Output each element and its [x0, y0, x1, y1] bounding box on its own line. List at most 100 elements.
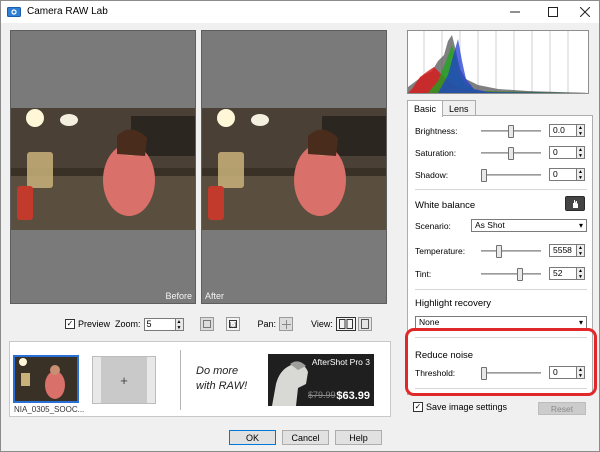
saturation-slider[interactable] [481, 147, 541, 160]
shadow-input[interactable]: 0 [549, 168, 577, 181]
preview-label: Preview [78, 319, 111, 329]
tab-lens[interactable]: Lens [442, 100, 476, 116]
svg-text:1:1: 1:1 [229, 322, 237, 328]
brightness-label: Brightness: [415, 126, 458, 136]
temperature-label: Temperature: [415, 246, 466, 256]
help-button[interactable]: Help [335, 430, 382, 445]
camera-raw-lab-window: Camera RAW Lab Before After ✓ Preview Zo… [0, 0, 600, 452]
brightness-input[interactable]: 0.0 [549, 124, 577, 137]
promo-line-2: with RAW! [196, 380, 248, 392]
tint-row: Tint: 52 ▲ ▼ [415, 266, 587, 282]
temperature-stepper[interactable]: ▲ ▼ [577, 244, 585, 257]
shadow-slider[interactable] [481, 169, 541, 182]
brightness-stepper[interactable]: ▲ ▼ [577, 124, 585, 137]
separator [415, 289, 587, 290]
tab-basic[interactable]: Basic [407, 100, 444, 117]
brightness-row: Brightness: 0.0 ▲ ▼ [415, 123, 587, 139]
zoom-input[interactable]: 5 [143, 317, 176, 331]
split-view-button[interactable] [335, 317, 356, 331]
title-bar: Camera RAW Lab [1, 1, 599, 23]
highlight-recovery-value: None [419, 317, 440, 327]
saturation-slider-thumb[interactable] [508, 147, 514, 160]
minimize-button[interactable] [501, 1, 529, 23]
pan-tool-button[interactable] [279, 317, 294, 331]
scenario-select[interactable]: As Shot ▾ [471, 219, 587, 232]
thumbnail-strip: NIA_0305_SOOC... + Do more with RAW! Aft… [9, 341, 391, 417]
close-button[interactable] [571, 1, 599, 23]
thumbnail-filename: NIA_0305_SOOC... [14, 405, 85, 414]
shadow-stepper[interactable]: ▲ ▼ [577, 168, 585, 181]
saturation-label: Saturation: [415, 148, 457, 158]
single-view-button[interactable] [357, 317, 372, 331]
highlight-recovery-title: Highlight recovery [415, 298, 492, 309]
white-balance-title: White balance [415, 200, 476, 211]
aftershot-ad[interactable]: AfterShot Pro 3 $79.99 $63.99 [268, 354, 374, 406]
window-title: Camera RAW Lab [27, 6, 108, 17]
minimize-icon [510, 11, 520, 13]
ad-new-price: $63.99 [336, 390, 370, 402]
histogram [407, 30, 589, 94]
ok-button[interactable]: OK [229, 430, 276, 445]
temperature-input[interactable]: 5558 [549, 244, 577, 257]
chevron-down-icon: ▾ [578, 318, 583, 327]
reset-button[interactable]: Reset [538, 402, 586, 415]
pan-icon [281, 319, 291, 329]
temperature-slider-thumb[interactable] [496, 245, 502, 258]
tint-slider[interactable] [481, 268, 541, 281]
thumbnail-photo [15, 357, 77, 401]
save-settings-label: Save image settings [426, 402, 508, 412]
saturation-input[interactable]: 0 [549, 146, 577, 159]
after-photo [202, 108, 386, 230]
ad-old-price: $79.99 [308, 390, 336, 400]
add-image-button[interactable]: + [92, 356, 156, 404]
saturation-stepper[interactable]: ▲ ▼ [577, 146, 585, 159]
tint-slider-thumb[interactable] [517, 268, 523, 281]
plus-icon: + [101, 357, 147, 403]
after-preview-pane[interactable]: After [201, 30, 387, 304]
temperature-slider[interactable] [481, 245, 541, 258]
fit-image-button[interactable] [199, 317, 214, 331]
save-settings-checkbox[interactable]: ✓ [413, 402, 423, 412]
scenario-label: Scenario: [415, 221, 451, 231]
chevron-down-icon: ▾ [578, 221, 583, 230]
brightness-slider-thumb[interactable] [508, 125, 514, 138]
histogram-graph [408, 31, 588, 93]
tint-label: Tint: [415, 269, 432, 279]
split-view-icon [338, 319, 353, 329]
view-label: View: [311, 319, 333, 329]
ad-title: AfterShot Pro 3 [311, 357, 370, 367]
fit-icon [202, 320, 211, 328]
shadow-label: Shadow: [415, 170, 449, 180]
image-thumbnail[interactable] [13, 355, 79, 403]
pan-label: Pan: [257, 319, 277, 329]
tint-stepper[interactable]: ▲ ▼ [577, 267, 585, 280]
panel-tabs: Basic Lens [407, 100, 476, 117]
before-label: Before [165, 291, 192, 301]
camera-icon [7, 7, 21, 17]
promo-text: Do more with RAW! [196, 364, 247, 394]
shadow-slider-thumb[interactable] [481, 169, 487, 182]
close-icon [580, 7, 590, 17]
scenario-row: Scenario: As Shot ▾ [415, 218, 587, 234]
before-preview-pane[interactable]: Before [10, 30, 196, 304]
separator [415, 189, 587, 190]
white-balance-picker-button[interactable] [565, 196, 585, 211]
preview-toolbar: ✓ Preview Zoom: 5 ▲ ▼ 1:1 Pan: View: [65, 317, 372, 331]
single-view-icon [360, 319, 369, 329]
maximize-button[interactable] [539, 1, 567, 23]
maximize-icon [548, 7, 558, 17]
cancel-button[interactable]: Cancel [282, 430, 329, 445]
reduce-noise-highlight [405, 328, 597, 396]
strip-divider [180, 350, 181, 410]
brightness-slider[interactable] [481, 125, 541, 138]
tint-input[interactable]: 52 [549, 267, 577, 280]
actual-size-button[interactable]: 1:1 [225, 317, 240, 331]
scenario-value: As Shot [475, 220, 505, 230]
preview-checkbox[interactable]: ✓ [65, 319, 75, 329]
actual-size-icon: 1:1 [228, 320, 237, 328]
zoom-stepper[interactable]: ▲ ▼ [175, 317, 184, 331]
temperature-row: Temperature: 5558 ▲ ▼ [415, 243, 587, 259]
after-label: After [205, 291, 225, 301]
zoom-label: Zoom: [115, 319, 141, 329]
save-settings-row: ✓ Save image settings [413, 402, 507, 412]
